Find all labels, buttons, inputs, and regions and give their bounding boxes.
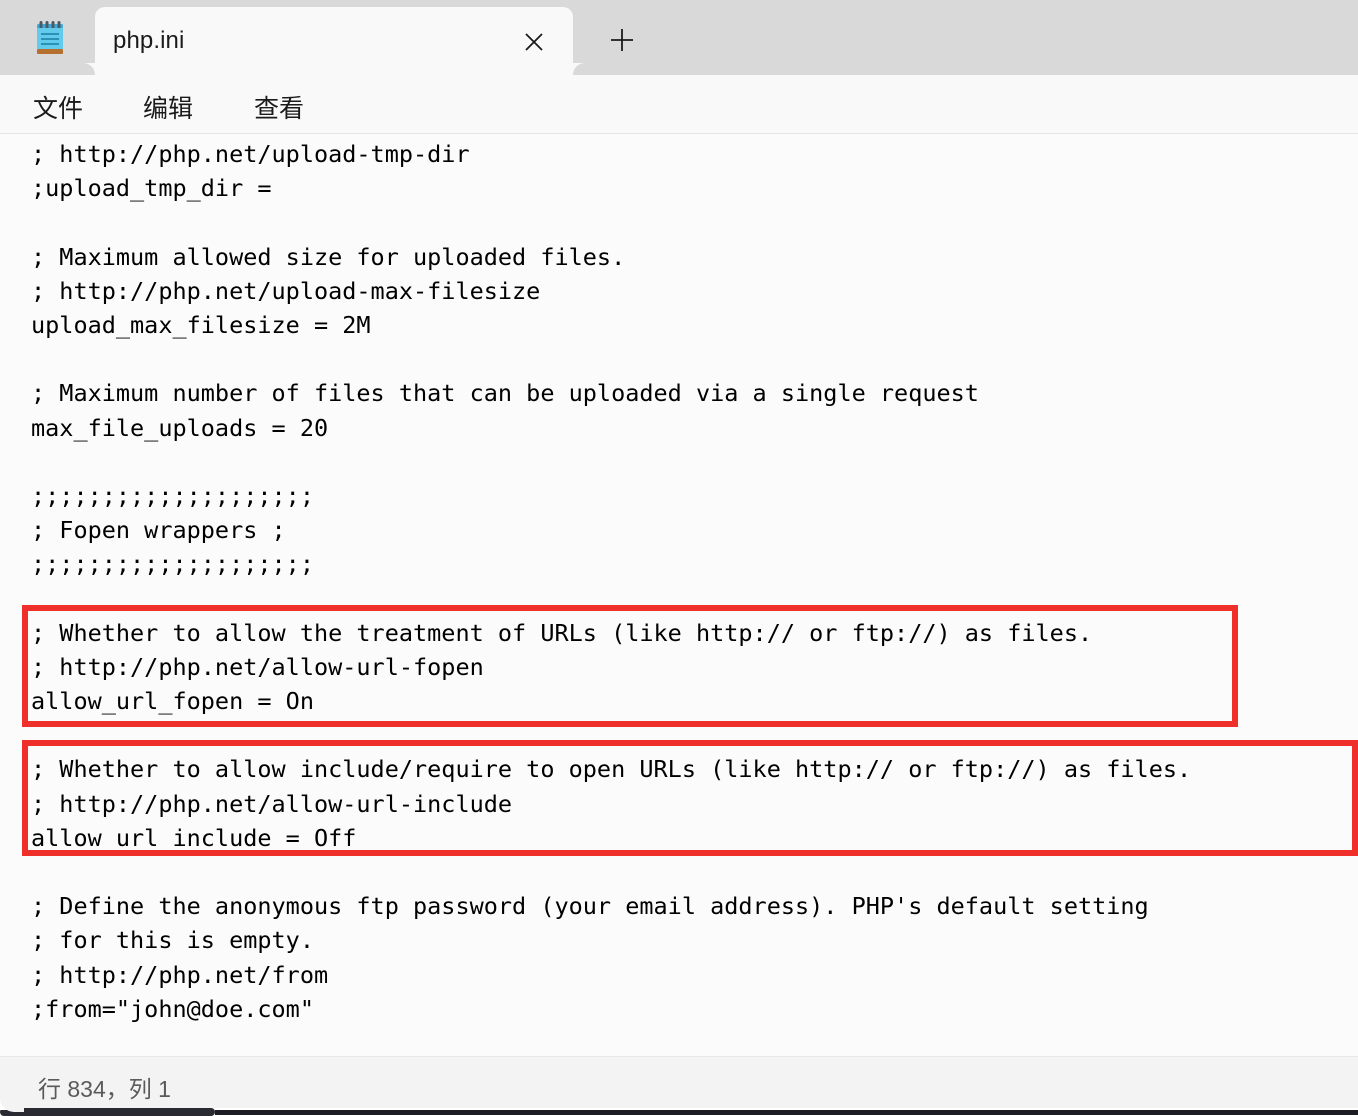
editor-line: ; Maximum allowed size for uploaded file… <box>31 242 626 271</box>
cursor-position-label: 行 834，列 1 <box>38 1076 171 1102</box>
notepad-icon <box>28 16 72 60</box>
editor-line: ; Define the anonymous ftp password (you… <box>31 892 1149 921</box>
editor-line: ; http://php.net/allow-url-include <box>31 789 513 818</box>
editor-line: allow_url_fopen = On <box>31 687 314 715</box>
tab-strip: php.ini <box>71 7 597 87</box>
menu-bar: 文件 编辑 查看 <box>0 75 1358 134</box>
horizontal-scrollbar-groove <box>215 1110 1358 1115</box>
tab-corner-left <box>71 63 95 87</box>
editor-line: ; http://php.net/allow-url-fopen <box>31 652 484 681</box>
editor-line: ;;;;;;;;;;;;;;;;;;;; <box>31 550 314 579</box>
title-bar: php.ini <box>0 0 1358 87</box>
editor-line: ; http://php.net/upload-max-filesize <box>31 276 541 305</box>
editor-line: ; Whether to allow the treatment of URLs… <box>31 618 1093 647</box>
tab-corner-right <box>573 63 597 87</box>
editor-line: ; for this is empty. <box>31 926 314 955</box>
editor-line: ; Maximum number of files that can be up… <box>31 379 979 408</box>
menu-edit[interactable]: 编辑 <box>139 89 197 123</box>
editor-line: allow_url_include = Off <box>31 823 357 852</box>
menu-view[interactable]: 查看 <box>250 89 308 123</box>
tab-title: php.ini <box>113 27 185 54</box>
editor-line: ; http://php.net/from <box>31 960 329 989</box>
editor-line: ; Fopen wrappers ; <box>31 516 286 545</box>
editor-line: upload_max_filesize = 2M <box>31 310 371 339</box>
notepad-window: php.ini 文件 编辑 查看 ; http://php.net/upload… <box>0 0 1358 1116</box>
editor-line: ;;;;;;;;;;;;;;;;;;;; <box>31 481 314 510</box>
horizontal-scrollbar-thumb[interactable] <box>0 1108 215 1116</box>
menu-file[interactable]: 文件 <box>29 89 87 123</box>
plus-icon[interactable] <box>600 18 644 62</box>
text-editor-area[interactable]: ; http://php.net/upload-tmp-dir ;upload_t… <box>0 134 1358 1056</box>
editor-line: ;upload_tmp_dir = <box>31 174 272 203</box>
editor-line: max_file_uploads = 20 <box>31 413 329 442</box>
editor-line: ; Whether to allow include/require to op… <box>31 755 1192 784</box>
editor-content[interactable]: ; http://php.net/upload-tmp-dir ;upload_t… <box>31 137 1191 1026</box>
status-bar: 行 834，列 1 <box>0 1056 1358 1111</box>
editor-line: ; http://php.net/upload-tmp-dir <box>31 140 470 168</box>
close-icon[interactable] <box>517 25 551 59</box>
tab-php-ini[interactable]: php.ini <box>71 7 597 87</box>
editor-line: ;from="john@doe.com" <box>31 994 314 1023</box>
